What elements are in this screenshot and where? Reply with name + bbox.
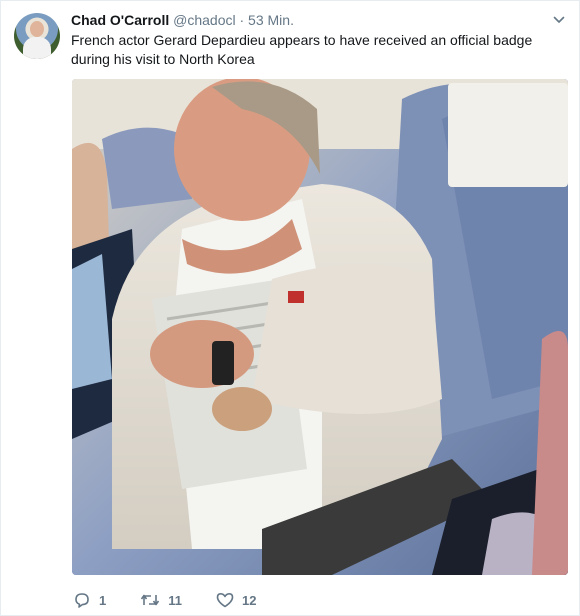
retweet-button[interactable]: 11 [140, 593, 182, 608]
separator-dot: · [239, 12, 245, 28]
avatar-shirt [23, 37, 51, 59]
retweet-icon [141, 594, 160, 606]
reply-button[interactable]: 1 [73, 592, 106, 608]
like-count: 12 [241, 592, 257, 608]
chevron-down-icon[interactable] [553, 14, 565, 26]
author-name[interactable]: Chad O'Carroll [71, 12, 169, 28]
tweet-timestamp[interactable]: 53 Min. [248, 12, 294, 28]
retweet-count: 11 [168, 592, 182, 608]
tweet-photo[interactable] [72, 79, 568, 575]
avatar[interactable] [14, 13, 60, 59]
reply-count: 1 [99, 592, 107, 608]
like-button[interactable]: 12 [216, 592, 256, 608]
tweet-text: French actor Gerard Depardieu appears to… [71, 32, 533, 67]
photo-illustration [72, 79, 568, 575]
author-handle[interactable]: @chadocl [173, 12, 235, 28]
tweet-card: Chad O'Carroll @chadocl · 53 Min. French… [0, 0, 580, 616]
reply-icon [75, 593, 89, 608]
tweet-actions: 1 11 12 [73, 589, 290, 611]
heart-icon [216, 593, 234, 608]
tweet-header: Chad O'Carroll @chadocl · 53 Min. [71, 11, 559, 29]
avatar-head [30, 21, 44, 37]
